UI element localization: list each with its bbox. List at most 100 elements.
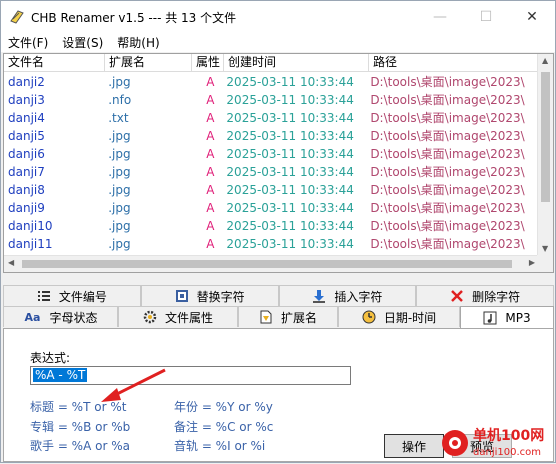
letter-case-icon: Aa [24, 310, 41, 324]
cell-filename: danji5 [8, 129, 45, 143]
cell-created: 2025-03-11 10:33:44 [226, 129, 354, 143]
cell-created: 2025-03-11 10:33:44 [226, 75, 354, 89]
cell-path: D:\tools\桌面\image\2023\ [370, 219, 525, 233]
cell-attribute: A [206, 111, 215, 125]
tab-label: 替换字符 [196, 289, 245, 304]
tab-label: 扩展名 [280, 310, 317, 325]
cell-filename: danji8 [8, 183, 45, 197]
hint-title: 标题 = %T or %t [30, 400, 127, 414]
cell-attribute: A [206, 129, 215, 143]
horizontal-scrollbar[interactable]: ◀ ▶ [4, 255, 539, 272]
cell-filename: danji4 [8, 111, 45, 125]
column-header-attribute[interactable]: 属性 [192, 54, 224, 72]
cell-path: D:\tools\桌面\image\2023\ [370, 129, 525, 143]
tab-file-numbering[interactable]: 文件编号 [3, 285, 141, 306]
tab-delete-chars[interactable]: 删除字符 [416, 285, 554, 306]
table-row[interactable]: danji10 .jpg A 2025-03-11 10:33:44 D:\tools\… [4, 217, 539, 235]
maximize-icon: ☐ [479, 8, 493, 25]
column-header-created[interactable]: 创建时间 [224, 54, 369, 72]
maximize-button[interactable]: ☐ [463, 1, 509, 32]
table-row[interactable]: danji5 .jpg A 2025-03-11 10:33:44 D:\tools\桌… [4, 127, 539, 145]
tab-date-time[interactable]: 日期-时间 [338, 306, 460, 327]
preview-button[interactable]: 预览 [452, 434, 512, 458]
tab-mp3[interactable]: MP3 [460, 306, 554, 329]
operate-button[interactable]: 操作 [384, 434, 444, 458]
table-row[interactable]: danji3 .nfo A 2025-03-11 10:33:44 D:\tools\桌… [4, 91, 539, 109]
cell-created: 2025-03-11 10:33:44 [226, 147, 354, 161]
cell-created: 2025-03-11 10:33:44 [226, 219, 354, 233]
vertical-scroll-thumb[interactable] [541, 72, 550, 202]
expression-label: 表达式: [30, 351, 71, 365]
tab-label: 文件属性 [164, 310, 213, 325]
tab-replace-chars[interactable]: 替换字符 [140, 285, 279, 306]
column-header-extension[interactable]: 扩展名 [105, 54, 192, 72]
window-title: CHB Renamer v1.5 --- 共 13 个文件 [31, 11, 237, 25]
cell-extension: .jpg [108, 201, 131, 215]
cell-created: 2025-03-11 10:33:44 [226, 93, 354, 107]
minimize-button[interactable]: — [417, 1, 463, 32]
title-bar: CHB Renamer v1.5 --- 共 13 个文件 — ☐ ✕ [1, 1, 555, 32]
file-list-header: 文件名 扩展名 属性 创建时间 路径 [4, 54, 553, 72]
vertical-scrollbar[interactable]: ▲ ▼ [537, 54, 553, 255]
table-row[interactable]: danji4 .txt A 2025-03-11 10:33:44 D:\tools\桌… [4, 109, 539, 127]
scroll-corner [537, 255, 553, 272]
menu-settings[interactable]: 设置(S) [55, 34, 110, 51]
cell-path: D:\tools\桌面\image\2023\ [370, 75, 525, 89]
menu-help[interactable]: 帮助(H) [110, 34, 166, 51]
gear-icon [143, 310, 157, 324]
tab-insert-chars[interactable]: 插入字符 [278, 285, 417, 306]
tab-extension[interactable]: 扩展名 [238, 306, 338, 327]
cell-filename: danji3 [8, 93, 45, 107]
cell-path: D:\tools\桌面\image\2023\ [370, 93, 525, 107]
cell-attribute: A [206, 237, 215, 251]
horizontal-scroll-thumb[interactable] [22, 260, 512, 268]
table-row[interactable]: danji2 .jpg A 2025-03-11 10:33:44 D:\tools\桌… [4, 73, 539, 91]
expression-value: %A - %T [33, 368, 88, 382]
tab-letter-case[interactable]: Aa 字母状态 [3, 306, 118, 327]
cell-path: D:\tools\桌面\image\2023\ [370, 183, 525, 197]
scroll-down-icon[interactable]: ▼ [542, 244, 548, 253]
table-row[interactable]: danji8 .jpg A 2025-03-11 10:33:44 D:\tools\桌… [4, 181, 539, 199]
table-row[interactable]: danji7 .jpg A 2025-03-11 10:33:44 D:\tools\桌… [4, 163, 539, 181]
cell-created: 2025-03-11 10:33:44 [226, 183, 354, 197]
column-header-filename[interactable]: 文件名 [4, 54, 105, 72]
hint-track: 音轨 = %I or %i [174, 439, 266, 453]
list-numbered-icon [37, 291, 50, 301]
app-logo-icon [10, 10, 24, 24]
hint-year: 年份 = %Y or %y [174, 400, 273, 414]
cell-extension: .jpg [108, 147, 131, 161]
menu-file[interactable]: 文件(F) [1, 34, 55, 51]
cell-extension: .jpg [108, 219, 131, 233]
clock-icon [362, 310, 376, 324]
cell-created: 2025-03-11 10:33:44 [226, 237, 354, 251]
tab-row-top: 文件编号 替换字符 插入字符 删除字符 [3, 285, 554, 306]
cell-attribute: A [206, 201, 215, 215]
cell-filename: danji9 [8, 201, 45, 215]
cell-filename: danji2 [8, 75, 45, 89]
scroll-right-icon[interactable]: ▶ [529, 258, 535, 267]
tab-label: 插入字符 [334, 289, 383, 304]
cell-filename: danji7 [8, 165, 45, 179]
file-list[interactable]: 文件名 扩展名 属性 创建时间 路径 danji2 .jpg A 2025-03-11… [3, 53, 554, 273]
scroll-up-icon[interactable]: ▲ [542, 56, 548, 65]
tab-label: 删除字符 [472, 289, 521, 304]
table-row[interactable]: danji9 .jpg A 2025-03-11 10:33:44 D:\tools\桌… [4, 199, 539, 217]
cell-extension: .jpg [108, 237, 131, 251]
table-row[interactable]: danji6 .jpg A 2025-03-11 10:33:44 D:\tools\桌… [4, 145, 539, 163]
cell-path: D:\tools\桌面\image\2023\ [370, 237, 525, 251]
replace-icon [175, 290, 188, 302]
tab-label: 文件编号 [58, 289, 107, 304]
close-button[interactable]: ✕ [509, 1, 555, 32]
cell-created: 2025-03-11 10:33:44 [226, 201, 354, 215]
expression-input[interactable]: %A - %T [30, 366, 351, 385]
scroll-left-icon[interactable]: ◀ [8, 258, 14, 267]
cell-extension: .txt [108, 111, 129, 125]
cell-created: 2025-03-11 10:33:44 [226, 165, 354, 179]
table-row[interactable]: danji11 .jpg A 2025-03-11 10:33:44 D:\tools\… [4, 235, 539, 253]
cell-created: 2025-03-11 10:33:44 [226, 111, 354, 125]
cell-filename: danji11 [8, 237, 53, 251]
insert-icon [313, 290, 326, 303]
cell-extension: .jpg [108, 75, 131, 89]
column-header-path[interactable]: 路径 [369, 54, 543, 72]
tab-file-attributes[interactable]: 文件属性 [118, 306, 238, 327]
